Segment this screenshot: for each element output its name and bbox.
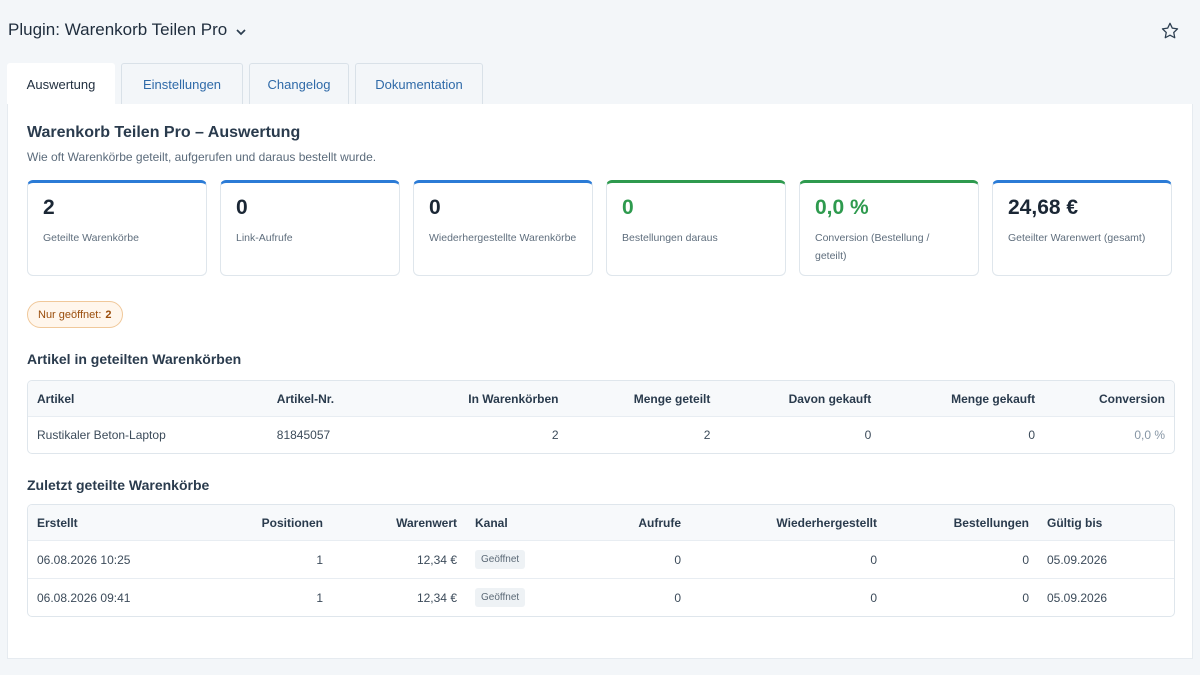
channel-cell: Geöffnet: [466, 550, 556, 569]
table-header-cell: Wiederhergestellt: [776, 515, 877, 530]
chevron-down-icon: [236, 28, 246, 35]
in-carts-value: 2: [551, 428, 559, 442]
orders-cell: 0: [1022, 590, 1029, 605]
table-header-cell: Positionen: [261, 515, 323, 530]
evaluation-panel: Warenkorb Teilen Pro – Auswertung Wie of…: [7, 104, 1193, 659]
plugin-title: Plugin: Warenkorb Teilen Pro: [8, 20, 228, 39]
kpi-label: Bestellungen daraus: [622, 232, 718, 244]
valid-until-cell: 05.09.2026: [1047, 590, 1108, 605]
table-header-cell: Kanal: [475, 515, 508, 530]
table-header-cell: Artikel: [37, 391, 75, 406]
table-row: Rustikaler Beton-Laptop 81845057 2 2 0 0…: [28, 416, 1174, 453]
kpi-value: 0,0 %: [815, 196, 869, 219]
recent-carts-table: Erstellt Positionen Warenwert Kanal Aufr…: [27, 504, 1175, 617]
section-title: Warenkorb Teilen Pro – Auswertung: [27, 124, 301, 141]
tab-einstellungen[interactable]: Einstellungen: [121, 63, 243, 104]
tab-auswertung[interactable]: Auswertung: [7, 63, 115, 104]
calls-cell: 0: [674, 590, 681, 605]
table-header-cell: Conversion: [1098, 391, 1165, 406]
created-cell: 06.08.2026 10:25: [37, 552, 131, 567]
positions-cell: 1: [316, 552, 323, 567]
table-header-cell: Menge gekauft: [951, 391, 1036, 406]
section-subtitle: Wie oft Warenkörbe geteilt, aufgerufen u…: [27, 150, 377, 164]
table-header-cell: Davon gekauft: [788, 391, 872, 406]
quantity-shared-value: 2: [703, 428, 711, 442]
articles-heading: Artikel in geteilten Warenkörben: [27, 351, 242, 367]
kpi-value: 0: [236, 196, 248, 219]
kpi-value: 0: [429, 196, 441, 219]
plugin-title-dropdown[interactable]: Plugin: Warenkorb Teilen Pro: [8, 20, 247, 40]
kpi-card-conversion: 0,0 % Conversion (Bestellung / geteilt): [799, 180, 979, 276]
value-cell: 12,34 €: [416, 552, 457, 567]
table-row: 06.08.2026 09:41 1 12,34 € Geöffnet 0 0 …: [28, 578, 1174, 616]
positions-cell: 1: [316, 590, 323, 605]
bought-value: 0: [864, 428, 872, 442]
kpi-card-link-calls: 0 Link-Aufrufe: [220, 180, 400, 276]
table-header-row: Artikel Artikel-Nr. In Warenkörben Menge…: [28, 381, 1174, 416]
status-badge: Geöffnet: [475, 550, 526, 569]
kpi-value: 24,68 €: [1008, 196, 1079, 219]
table-header-cell: Warenwert: [396, 515, 457, 530]
restored-cell: 0: [870, 552, 877, 567]
quantity-bought-value: 0: [1028, 428, 1036, 442]
value-cell: 12,34 €: [416, 590, 457, 605]
tab-dokumentation[interactable]: Dokumentation: [355, 63, 483, 104]
created-cell: 06.08.2026 09:41: [37, 590, 131, 605]
kpi-value: 2: [43, 196, 55, 219]
table-header-cell: Gültig bis: [1047, 515, 1103, 530]
valid-until-cell: 05.09.2026: [1047, 552, 1108, 567]
kpi-card-orders: 0 Bestellungen daraus: [606, 180, 786, 276]
channel-cell: Geöffnet: [466, 588, 556, 607]
table-header-cell: Aufrufe: [638, 515, 681, 530]
tab-changelog[interactable]: Changelog: [249, 63, 349, 104]
kpi-card-shared-value: 24,68 € Geteilter Warenwert (gesamt): [992, 180, 1172, 276]
table-header-cell: Erstellt: [37, 515, 78, 530]
status-badge: Geöffnet: [475, 588, 526, 607]
kpi-label: Link-Aufrufe: [236, 232, 293, 244]
restored-cell: 0: [870, 590, 877, 605]
calls-cell: 0: [674, 552, 681, 567]
kpi-card-shared-carts: 2 Geteilte Warenkörbe: [27, 180, 207, 276]
kpi-label: Conversion (Bestellung / geteilt): [815, 232, 930, 262]
filter-count: 2: [105, 308, 112, 321]
conversion-value: 0,0 %: [1134, 428, 1165, 442]
table-header-row: Erstellt Positionen Warenwert Kanal Aufr…: [28, 505, 1174, 540]
kpi-value: 0: [622, 196, 634, 219]
page-header: Plugin: Warenkorb Teilen Pro: [0, 0, 1200, 64]
table-header-cell: Menge geteilt: [633, 391, 711, 406]
tab-bar: Auswertung Einstellungen Changelog Dokum…: [7, 63, 483, 104]
opened-filter-badge[interactable]: Nur geöffnet: 2: [27, 301, 123, 328]
table-header-cell: In Warenkörben: [468, 391, 559, 406]
kpi-cards: 2 Geteilte Warenkörbe 0 Link-Aufrufe 0 W…: [27, 180, 1172, 276]
kpi-label: Wiederhergestellte Warenkörbe: [429, 232, 577, 244]
filter-label: Nur geöffnet:: [38, 308, 102, 321]
kpi-card-restored-carts: 0 Wiederhergestellte Warenkörbe: [413, 180, 593, 276]
table-row: 06.08.2026 10:25 1 12,34 € Geöffnet 0 0 …: [28, 540, 1174, 578]
article-name: Rustikaler Beton-Laptop: [37, 428, 166, 442]
kpi-label: Geteilter Warenwert (gesamt): [1008, 232, 1146, 244]
article-number: 81845057: [276, 428, 331, 442]
articles-table: Artikel Artikel-Nr. In Warenkörben Menge…: [27, 380, 1175, 454]
table-header-cell: Artikel-Nr.: [276, 391, 335, 406]
star-icon[interactable]: [1160, 21, 1180, 41]
recent-heading: Zuletzt geteilte Warenkörbe: [27, 477, 210, 493]
table-header-cell: Bestellungen: [953, 515, 1029, 530]
orders-cell: 0: [1022, 552, 1029, 567]
kpi-label: Geteilte Warenkörbe: [43, 232, 139, 244]
